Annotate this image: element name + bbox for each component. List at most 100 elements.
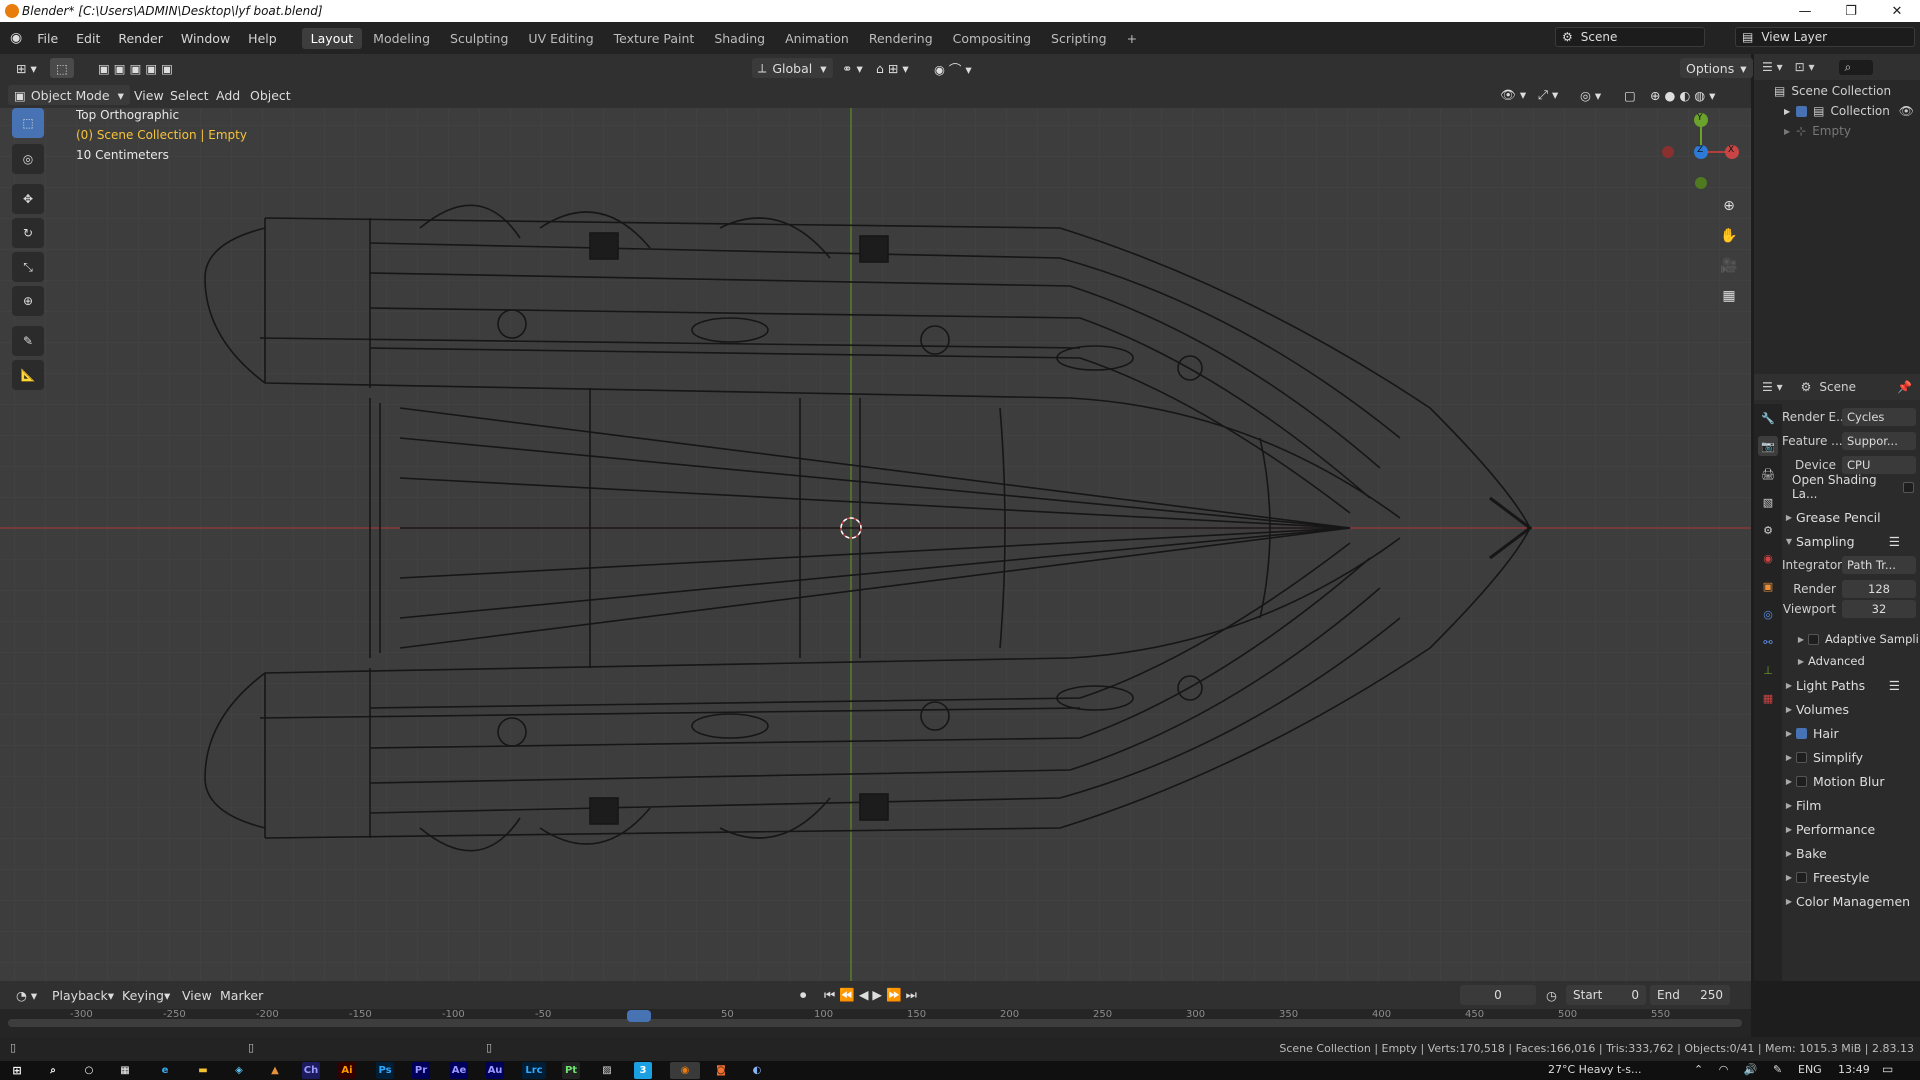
world-tab-icon[interactable]: ◉ — [1758, 548, 1778, 568]
keying-menu[interactable]: Keying ▾ — [116, 985, 176, 1005]
object-tab-icon[interactable]: ▣ — [1758, 576, 1778, 596]
3d-viewport[interactable]: Y X Z Top Orthographic (0) Scene Collect… — [0, 108, 1751, 981]
panel-volumes[interactable]: ▶ Volumes — [1782, 698, 1920, 720]
menu-select[interactable]: Select — [164, 85, 215, 105]
gizmo-toggle-icon[interactable]: ⤢ ▾ — [1532, 85, 1564, 105]
marker-menu[interactable]: Marker — [214, 985, 269, 1005]
panel-performance[interactable]: ▶ Performance — [1782, 818, 1920, 840]
display-mode-icon[interactable]: ⊡ ▾ — [1795, 60, 1815, 74]
panel-hair[interactable]: ▶ Hair — [1782, 722, 1920, 744]
scene-selector[interactable]: ⚙ Scene — [1555, 27, 1705, 47]
tab-shading[interactable]: Shading — [705, 28, 774, 49]
substance-painter-icon[interactable]: Pt — [562, 1062, 580, 1079]
playback-controls-icons[interactable]: ⏮⏪◀▶⏩⏭ — [818, 985, 927, 1005]
presets-icon[interactable]: ☰ — [1889, 678, 1900, 693]
measure-tool[interactable]: 📐 — [12, 360, 44, 390]
tab-layout[interactable]: Layout — [301, 27, 363, 49]
close-button[interactable]: ✕ — [1874, 0, 1920, 22]
transform-tool[interactable]: ⊕ — [12, 286, 44, 316]
expand-icon[interactable]: ▶ — [1784, 127, 1790, 136]
visibility-icon[interactable]: 👁 ▾ — [1494, 85, 1532, 105]
outliner-editor-icon[interactable]: ☰ ▾ — [1762, 60, 1783, 74]
panel-film[interactable]: ▶ Film — [1782, 794, 1920, 816]
move-tool[interactable]: ✥ — [12, 184, 44, 214]
simplify-checkbox[interactable] — [1796, 751, 1807, 763]
tab-uv-editing[interactable]: UV Editing — [519, 28, 602, 49]
rotate-tool[interactable]: ↻ — [12, 218, 44, 248]
menu-add[interactable]: Add — [210, 85, 246, 105]
menu-help[interactable]: Help — [239, 31, 286, 46]
photoshop-icon[interactable]: Ps — [376, 1062, 394, 1079]
language-indicator[interactable]: ENG — [1798, 1063, 1822, 1076]
freestyle-checkbox[interactable] — [1796, 871, 1807, 883]
cursor-tool[interactable]: ◎ — [12, 144, 44, 174]
physics-tab-icon[interactable]: ◎ — [1758, 604, 1778, 624]
playback-menu[interactable]: Playback ▾ — [46, 985, 120, 1005]
select-tool-icon[interactable]: ⬚ — [50, 58, 74, 78]
3ds-icon[interactable]: 3 — [634, 1062, 652, 1079]
outliner-scene-collection[interactable]: ▤ Scene Collection — [1774, 84, 1891, 98]
outliner-collection[interactable]: ▶ ▤ Collection 👁 — [1784, 104, 1920, 118]
panel-sampling[interactable]: ▼ Sampling ☰ — [1782, 530, 1920, 552]
tab-animation[interactable]: Animation — [776, 28, 858, 49]
notifications-icon[interactable]: ▭ — [1882, 1062, 1893, 1076]
osl-checkbox[interactable] — [1903, 481, 1914, 493]
explorer-icon[interactable]: ▬ — [194, 1062, 212, 1079]
feature-set-dropdown[interactable]: Suppor... — [1842, 432, 1916, 450]
vlc-icon[interactable]: ▲ — [266, 1062, 284, 1079]
playhead[interactable] — [627, 1010, 651, 1022]
start-frame-field[interactable]: Start 0 — [1566, 985, 1646, 1005]
illustrator-icon[interactable]: Ai — [338, 1062, 356, 1079]
menu-object[interactable]: Object — [244, 85, 297, 105]
snap-icon[interactable]: ⌂ ⊞ ▾ — [870, 58, 915, 78]
current-frame-field[interactable]: 0 — [1460, 985, 1536, 1005]
menu-window[interactable]: Window — [172, 31, 239, 46]
task-view-icon[interactable]: ▦ — [116, 1062, 134, 1079]
tab-scripting[interactable]: Scripting — [1042, 28, 1116, 49]
zoom-icon[interactable]: ⊕ — [1716, 193, 1742, 219]
panel-advanced[interactable]: ▶ Advanced — [1794, 650, 1920, 672]
xray-icon[interactable]: ▢ — [1618, 85, 1642, 105]
annotate-tool[interactable]: ✎ — [12, 326, 44, 356]
view-layer-selector[interactable]: ▤ View Layer — [1735, 27, 1915, 47]
adaptive-checkbox[interactable] — [1808, 633, 1819, 645]
panel-adaptive-sampling[interactable]: ▶ Adaptive Sampli — [1794, 628, 1920, 650]
select-box-tool[interactable]: ⬚ — [12, 108, 44, 138]
outliner-search-icon[interactable]: ⌕ — [1838, 59, 1874, 75]
viewport-canvas[interactable] — [0, 108, 1751, 981]
output-tab-icon[interactable]: 🖨 — [1758, 464, 1778, 484]
tool-tab-icon[interactable]: 🔧 — [1758, 408, 1778, 428]
timeline-scrollbar[interactable] — [8, 1019, 1742, 1027]
clock[interactable]: 13:49 — [1838, 1063, 1870, 1076]
device-dropdown[interactable]: CPU — [1842, 456, 1916, 474]
camera-view-icon[interactable]: 🎥 — [1716, 253, 1742, 279]
character-animator-icon[interactable]: Ch — [302, 1062, 320, 1079]
pivot-icon[interactable]: ⚭ ▾ — [836, 58, 869, 78]
premiere-icon[interactable]: Pr — [412, 1062, 430, 1079]
render-tab-icon[interactable]: 📷 — [1758, 436, 1778, 456]
collection-checkbox[interactable] — [1796, 105, 1808, 117]
blender-menu-icon[interactable]: ◉ — [10, 30, 22, 46]
timeline-editor-icon[interactable]: ◔ ▾ — [10, 985, 43, 1005]
transform-orientation[interactable]: ⟂ Global ▾ — [752, 58, 833, 78]
panel-bake[interactable]: ▶ Bake — [1782, 842, 1920, 864]
view-layer-tab-icon[interactable]: ▧ — [1758, 492, 1778, 512]
panel-motion-blur[interactable]: ▶ Motion Blur — [1782, 770, 1920, 792]
restore-button[interactable]: ❐ — [1828, 0, 1874, 22]
render-samples-field[interactable]: 128 — [1842, 580, 1916, 598]
motion-blur-checkbox[interactable] — [1796, 775, 1807, 787]
object-mode-dropdown[interactable]: ▣ Object Mode ▾ — [8, 85, 130, 105]
panel-freestyle[interactable]: ▶ Freestyle — [1782, 866, 1920, 888]
properties-editor-icon[interactable]: ☰ ▾ — [1762, 380, 1783, 394]
outliner-empty[interactable]: ▶ ⊹ Empty — [1784, 124, 1920, 138]
weather-widget[interactable]: 27°C Heavy t-s... — [1548, 1063, 1641, 1076]
shading-modes-icons[interactable]: ⊕ ● ◐ ◍ ▾ — [1644, 85, 1721, 105]
panel-light-paths[interactable]: ▶ Light Paths ☰ — [1782, 674, 1920, 696]
edge-icon[interactable]: e — [156, 1062, 174, 1079]
scene-tab-icon[interactable]: ⚙ — [1758, 520, 1778, 540]
audition-icon[interactable]: Au — [486, 1062, 504, 1079]
tab-texture-paint[interactable]: Texture Paint — [605, 28, 704, 49]
cortana-icon[interactable]: ○ — [80, 1062, 98, 1079]
timeline-area[interactable]: -300-250-200-150-100-5005010015020025030… — [0, 1009, 1751, 1037]
tab-sculpting[interactable]: Sculpting — [441, 28, 517, 49]
